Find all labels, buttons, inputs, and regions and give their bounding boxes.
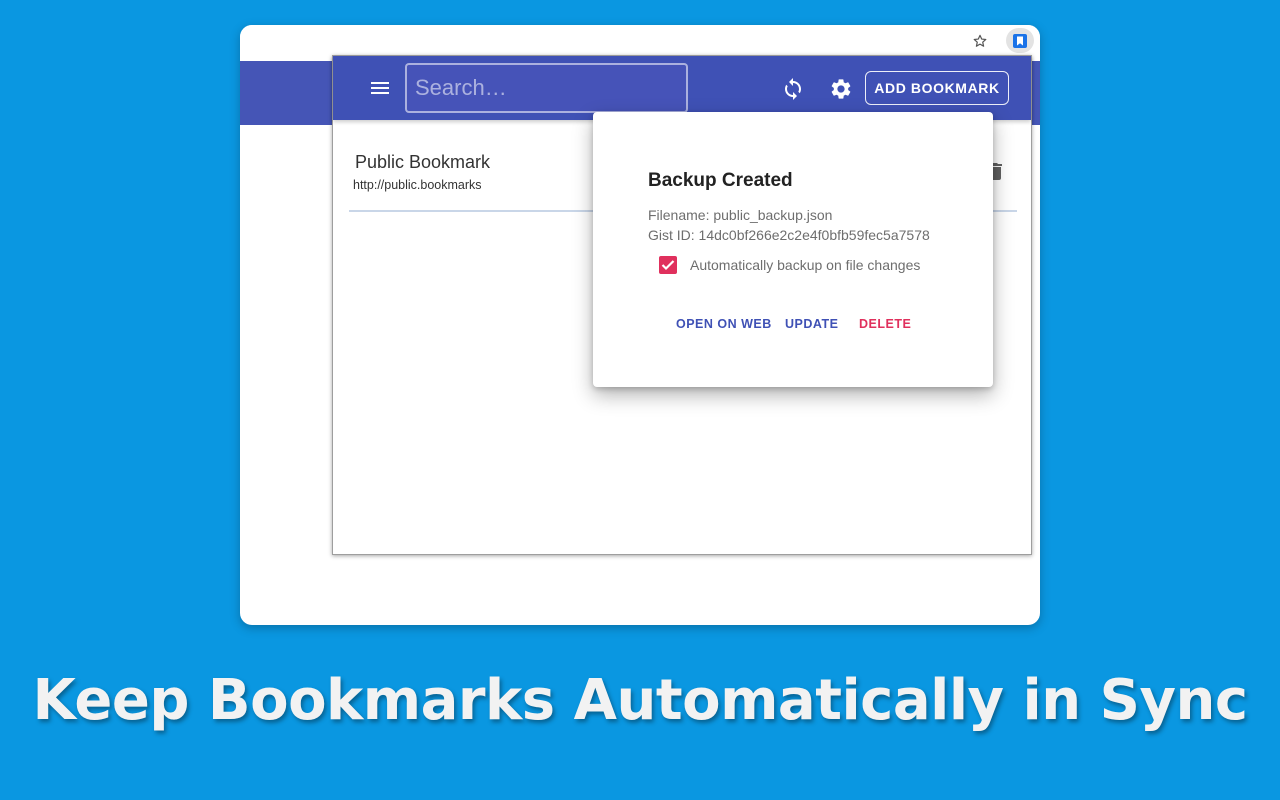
delete-button[interactable]: DELETE (859, 317, 911, 331)
app-bar: ADD BOOKMARK (333, 56, 1031, 120)
sync-icon[interactable] (779, 75, 807, 103)
auto-backup-checkbox[interactable] (659, 256, 677, 274)
backup-filename: Filename: public_backup.json (648, 207, 833, 223)
update-button[interactable]: UPDATE (785, 317, 838, 331)
browser-toolbar (240, 25, 1040, 55)
auto-backup-label: Automatically backup on file changes (690, 257, 921, 273)
gear-icon[interactable] (827, 75, 855, 103)
dialog-title: Backup Created (648, 170, 793, 191)
search-input[interactable] (405, 63, 688, 113)
open-on-web-button[interactable]: OPEN ON WEB (676, 317, 772, 331)
bookmark-url: http://public.bookmarks (353, 178, 482, 192)
menu-icon[interactable] (365, 74, 395, 102)
promo-headline: Keep Bookmarks Automatically in Sync (32, 668, 1248, 733)
star-icon[interactable] (968, 31, 992, 51)
add-bookmark-button[interactable]: ADD BOOKMARK (865, 71, 1009, 105)
bookmark-title: Public Bookmark (355, 152, 491, 172)
auto-backup-toggle[interactable]: Automatically backup on file changes (659, 256, 920, 274)
gist-id: Gist ID: 14dc0bf266e2c2e4f0bfb59fec5a757… (648, 227, 930, 243)
backup-dialog: Backup Created Filename: public_backup.j… (593, 112, 993, 387)
bookmark-extension-icon[interactable] (1006, 28, 1034, 53)
